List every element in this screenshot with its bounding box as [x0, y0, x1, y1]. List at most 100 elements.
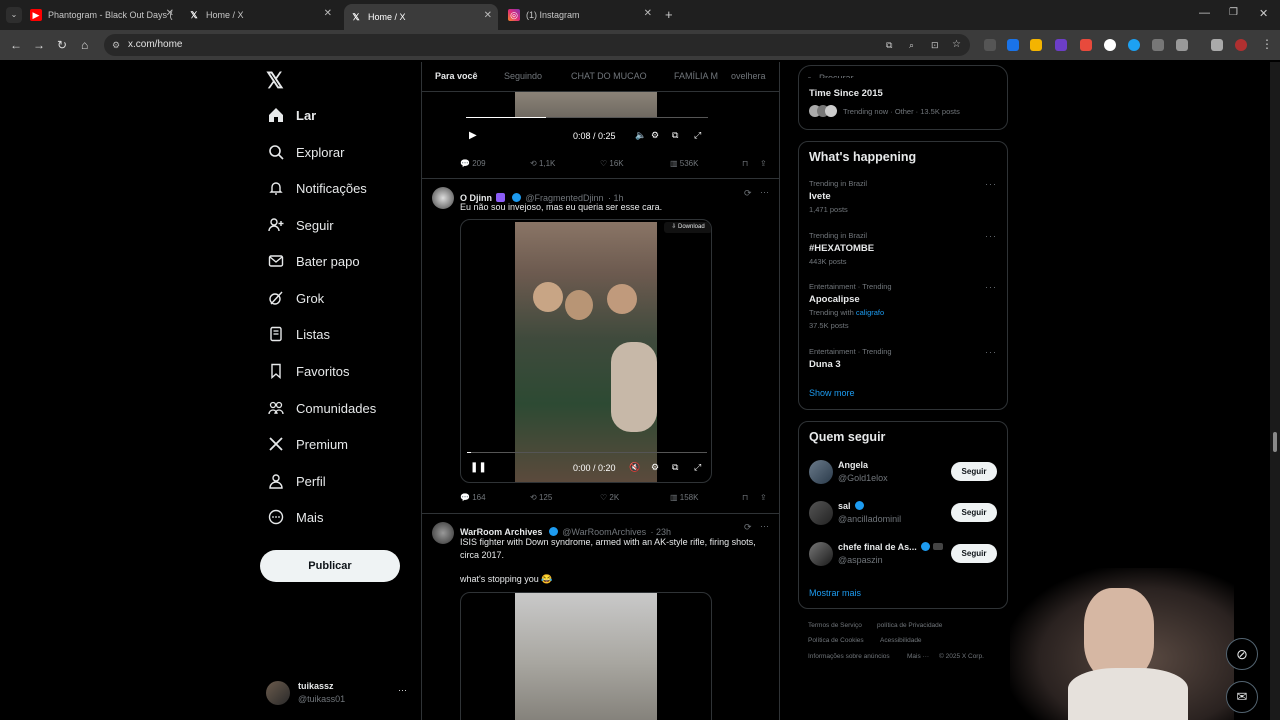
follow-button[interactable]: Seguir — [951, 462, 997, 481]
follow-button[interactable]: Seguir — [951, 503, 997, 522]
pause-icon[interactable]: ❚❚ — [470, 462, 487, 473]
sidebar-item-follow[interactable]: Seguir — [268, 217, 334, 233]
extensions-puzzle-icon[interactable] — [1176, 39, 1188, 51]
grok-icon[interactable]: ⟳ — [744, 522, 752, 533]
tab-search-button[interactable]: ⌄ — [6, 7, 22, 23]
site-info-icon[interactable]: ⚙ — [112, 34, 120, 56]
browser-tab-1[interactable]: ▶ Phantogram - Black Out Days ( ✕ — [30, 4, 180, 26]
sidebar-item-lists[interactable]: Listas — [268, 326, 330, 342]
fullscreen-icon[interactable]: ⤢ — [694, 130, 701, 141]
retweet-button[interactable]: ⟲ 125 — [530, 493, 552, 502]
share-icon[interactable]: ⇪ — [760, 493, 767, 502]
views-button[interactable]: ▥ 536K — [670, 159, 698, 168]
scrollbar[interactable] — [1270, 62, 1280, 720]
close-icon[interactable]: ✕ — [324, 8, 332, 19]
new-tab-button[interactable]: + — [665, 7, 673, 22]
tab-following[interactable]: Seguindo — [504, 71, 542, 81]
window-close-button[interactable]: ✕ — [1259, 7, 1268, 20]
extension-icon[interactable] — [1104, 39, 1116, 51]
footer-link[interactable]: política de Privacidade — [877, 622, 942, 629]
address-bar[interactable]: ⚙ x.com/home ⧉ ⌕ ⊡ ☆ — [104, 34, 970, 56]
more-icon[interactable]: ··· — [985, 179, 997, 189]
footer-link[interactable]: Mais ··· — [907, 653, 929, 660]
more-icon[interactable]: ··· — [760, 187, 769, 197]
install-icon[interactable]: ⊡ — [931, 34, 939, 56]
more-icon[interactable]: ··· — [760, 521, 769, 531]
close-icon[interactable]: ✕ — [166, 8, 174, 19]
extension-icon[interactable] — [1080, 39, 1092, 51]
grok-icon[interactable]: ⟳ — [744, 188, 752, 199]
follow-suggestion[interactable]: sal @ancilladominil Seguir — [799, 499, 1009, 533]
views-button[interactable]: ▥ 158K — [670, 493, 698, 502]
trend-with-link[interactable]: caligrafo — [856, 308, 884, 317]
sidebar-item-notifications[interactable]: Notificações — [268, 180, 367, 196]
publish-button[interactable]: Publicar — [260, 550, 400, 582]
fullscreen-icon[interactable]: ⤢ — [694, 462, 701, 473]
zoom-icon[interactable]: ⌕ — [909, 34, 914, 56]
tab-chat-do-mucao[interactable]: CHAT DO MUCAO — [571, 71, 647, 81]
volume-icon[interactable]: 🔈 — [635, 130, 646, 141]
reply-button[interactable]: 💬 164 — [460, 493, 486, 502]
account-switcher[interactable]: tuikassz @tuikass01 ··· — [266, 679, 416, 715]
more-icon[interactable]: ··· — [985, 231, 997, 241]
avatar[interactable] — [432, 187, 454, 209]
settings-icon[interactable]: ⚙ — [651, 462, 659, 473]
pip-icon[interactable]: ⧉ — [672, 462, 678, 473]
bookmark-star-icon[interactable]: ☆ — [952, 34, 961, 56]
like-button[interactable]: ♡ 2K — [600, 493, 619, 502]
x-logo-icon[interactable]: 𝕏 — [266, 68, 284, 94]
retweet-button[interactable]: ⟲ 1,1K — [530, 159, 555, 168]
more-icon[interactable]: ··· — [985, 347, 997, 357]
download-button[interactable]: ⇩ Download — [664, 222, 711, 233]
pip-icon[interactable]: ⧉ — [672, 130, 678, 141]
sidebar-item-more[interactable]: Mais — [268, 509, 323, 525]
sidebar-item-premium[interactable]: Premium — [268, 436, 348, 452]
trend-item[interactable]: Entertainment · Trending Apocalipse Tren… — [799, 280, 1009, 336]
extension-icon[interactable] — [1128, 39, 1140, 51]
video-progress-track[interactable] — [467, 452, 707, 453]
follow-suggestion[interactable]: chefe final de As... @aspaszin Seguir — [799, 540, 1009, 574]
close-icon[interactable]: ✕ — [484, 10, 492, 21]
video-player[interactable] — [460, 592, 712, 720]
reload-icon[interactable]: ↻ — [57, 38, 67, 52]
avatar[interactable] — [432, 522, 454, 544]
scrollbar-thumb[interactable] — [1273, 432, 1277, 452]
extension-icon[interactable] — [1055, 39, 1067, 51]
grok-floating-button[interactable]: ⊘ — [1226, 638, 1258, 670]
reply-button[interactable]: 💬 209 — [460, 159, 486, 168]
reading-list-icon[interactable] — [1211, 39, 1223, 51]
footer-link[interactable]: Política de Cookies — [808, 637, 864, 644]
browser-tab-2[interactable]: 𝕏 Home / X ✕ — [188, 4, 338, 26]
close-icon[interactable]: ✕ — [644, 8, 652, 19]
forward-icon[interactable]: → — [33, 38, 45, 52]
trend-item[interactable]: Trending in Brazil Ivete 1,471 posts ··· — [799, 177, 1009, 221]
sidebar-item-bookmarks[interactable]: Favoritos — [268, 363, 349, 379]
share-icon[interactable]: ⇪ — [760, 159, 767, 168]
follow-suggestion[interactable]: Angela @Gold1elox Seguir — [799, 458, 1009, 492]
browser-tab-4[interactable]: ◎ (1) Instagram ✕ — [508, 4, 658, 26]
messages-floating-button[interactable]: ✉ — [1226, 681, 1258, 713]
sidebar-item-profile[interactable]: Perfil — [268, 473, 326, 489]
video-player[interactable]: ⇩ Download ❚❚ 0:00 / 0:20 🔇 ⚙ ⧉ ⤢ — [460, 219, 712, 483]
back-icon[interactable]: ← — [10, 38, 22, 52]
restore-button[interactable]: ❐ — [1229, 7, 1238, 18]
home-page-icon[interactable]: ⌂ — [81, 38, 88, 52]
footer-link[interactable]: Acessibilidade — [880, 637, 922, 644]
extension-icon[interactable] — [1007, 39, 1019, 51]
bookmark-icon[interactable]: ⊓ — [742, 159, 748, 168]
minimize-button[interactable]: — — [1199, 7, 1210, 19]
tab-familia[interactable]: FAMÍLIA M — [674, 71, 718, 81]
profile-avatar[interactable] — [1235, 39, 1247, 51]
mute-icon[interactable]: 🔇 — [629, 462, 640, 473]
speaker-icon[interactable] — [1152, 39, 1164, 51]
like-button[interactable]: ♡ 16K — [600, 159, 624, 168]
play-icon[interactable]: ▶ — [469, 130, 477, 141]
browser-menu-icon[interactable]: ⋮ — [1261, 37, 1273, 51]
settings-icon[interactable]: ⚙ — [651, 130, 659, 141]
extension-icon[interactable] — [1030, 39, 1042, 51]
sidebar-item-grok[interactable]: Grok — [268, 290, 324, 306]
sidebar-item-explore[interactable]: Explorar — [268, 144, 344, 160]
footer-link[interactable]: Informações sobre anúncios — [808, 653, 890, 660]
more-icon[interactable]: ··· — [985, 282, 997, 292]
sidebar-item-communities[interactable]: Comunidades — [268, 400, 376, 416]
